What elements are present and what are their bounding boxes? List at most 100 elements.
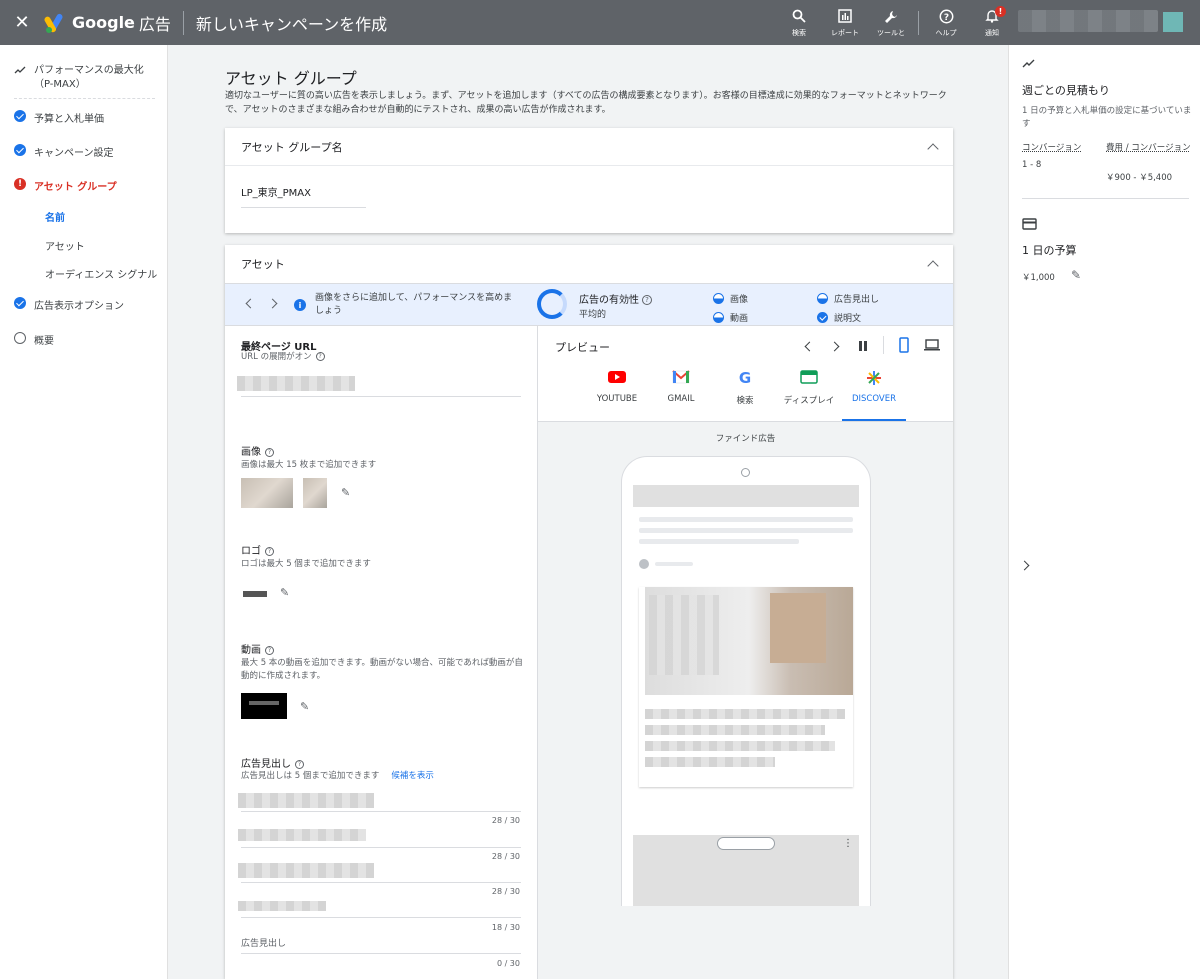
cost-per-conversion-label[interactable]: 費用 / コンバージョン bbox=[1106, 143, 1192, 154]
asset-group-name-input[interactable]: LP_東京_PMAX bbox=[241, 184, 366, 208]
close-icon[interactable]: ✕ bbox=[0, 0, 44, 45]
image-thumbnail[interactable] bbox=[241, 478, 293, 508]
nav-item-label: 概要 bbox=[34, 336, 54, 347]
strength-level: 平均的 bbox=[579, 310, 607, 320]
final-url-input[interactable] bbox=[237, 376, 355, 391]
help-icon[interactable]: ? bbox=[265, 546, 274, 556]
toolbar-actions: 検索 レポート ツールと設定 ? ヘルプ ! 通知 bbox=[776, 0, 1015, 45]
logo-label: ロゴ bbox=[241, 546, 261, 557]
tab-label: DISCOVER bbox=[851, 394, 896, 404]
nav-divider bbox=[14, 98, 155, 99]
nav-item-extensions[interactable]: 広告表示オプション bbox=[0, 297, 168, 312]
card-header[interactable]: アセット bbox=[225, 245, 953, 283]
wrench-icon bbox=[882, 8, 900, 26]
avatar[interactable] bbox=[1163, 12, 1183, 32]
search-button[interactable]: 検索 bbox=[776, 0, 822, 45]
tab-search[interactable]: G 検索 bbox=[713, 370, 777, 406]
tab-display[interactable]: ディスプレイ bbox=[777, 370, 841, 406]
headlines-label: 広告見出し bbox=[241, 759, 291, 770]
input-underline bbox=[241, 882, 521, 883]
nav-item-campaign-settings[interactable]: キャンペーン設定 bbox=[0, 144, 168, 159]
headline-input[interactable] bbox=[238, 793, 374, 808]
images-sub: 画像は最大 15 枚まで追加できます bbox=[241, 460, 377, 470]
top-bar: ✕ Google 広告 新しいキャンペーンを作成 検索 レポート ツールと ? … bbox=[0, 0, 1200, 45]
check-circle-icon bbox=[14, 297, 26, 309]
tab-discover[interactable]: DISCOVER bbox=[842, 370, 906, 404]
help-button[interactable]: ? ヘルプ bbox=[923, 0, 969, 45]
preview-title: プレビュー bbox=[555, 341, 610, 354]
images-label-row: 画像? bbox=[241, 443, 274, 458]
ad-cta-button[interactable] bbox=[717, 837, 775, 850]
headline-input[interactable] bbox=[238, 901, 326, 911]
notifications-button[interactable]: ! 通知 bbox=[969, 0, 1015, 45]
desktop-device-icon[interactable] bbox=[924, 339, 940, 354]
edit-icon[interactable]: ✎ bbox=[280, 586, 292, 599]
tab-label: YOUTUBE bbox=[596, 394, 638, 404]
headline-placeholder[interactable]: 広告見出し bbox=[241, 938, 286, 951]
nav-subitem-audience[interactable]: オーディエンス シグナル bbox=[45, 266, 157, 281]
strength-chip-descriptions: 説明文 bbox=[817, 311, 861, 324]
nav-item-budget[interactable]: 予算と入札単価 bbox=[0, 110, 168, 125]
headline-input[interactable] bbox=[238, 863, 374, 878]
placeholder-line bbox=[655, 562, 693, 566]
check-circle-icon bbox=[14, 144, 26, 156]
ad-image bbox=[645, 587, 853, 695]
reports-label: レポート bbox=[831, 29, 859, 37]
placeholder-line bbox=[639, 517, 853, 522]
image-thumbnail[interactable] bbox=[303, 478, 327, 508]
strength-ring-icon bbox=[537, 289, 567, 319]
brand-product: 広告 bbox=[138, 14, 171, 34]
help-icon[interactable]: ? bbox=[315, 352, 325, 361]
account-info[interactable] bbox=[1018, 10, 1158, 32]
advertiser-avatar bbox=[639, 559, 649, 569]
final-url-sub: URL の展開がオン? bbox=[241, 351, 325, 364]
help-icon[interactable]: ? bbox=[295, 759, 304, 769]
nav-item-pmax[interactable]: パフォーマンスの最大化（P-MAX） bbox=[0, 64, 168, 92]
help-icon[interactable]: ? bbox=[265, 645, 274, 655]
edit-icon[interactable]: ✎ bbox=[300, 700, 312, 713]
conversions-label[interactable]: コンバージョン bbox=[1022, 143, 1096, 154]
help-icon[interactable]: ? bbox=[642, 295, 652, 305]
mobile-device-icon[interactable] bbox=[899, 337, 909, 356]
chevron-left-icon[interactable] bbox=[245, 298, 256, 309]
strength-message: 画像をさらに追加して、パフォーマンスを高めましょう bbox=[315, 293, 513, 316]
pause-icon[interactable] bbox=[858, 340, 868, 354]
headline-counter: 28 / 30 bbox=[491, 887, 520, 896]
tab-youtube[interactable]: YOUTUBE bbox=[585, 370, 649, 404]
chevron-up-icon[interactable] bbox=[927, 260, 939, 272]
phone-mockup: ⋮ bbox=[621, 456, 871, 906]
chevron-right-icon[interactable] bbox=[1019, 560, 1030, 571]
nav-subitem-name[interactable]: 名前 bbox=[45, 209, 65, 224]
final-url-sub-text: URL の展開がオン bbox=[241, 352, 312, 362]
card-header[interactable]: アセット グループ名 bbox=[225, 128, 953, 166]
nav-subitem-assets[interactable]: アセット bbox=[45, 238, 85, 253]
nav-item-asset-group[interactable]: ! アセット グループ bbox=[0, 178, 168, 193]
ad-card[interactable] bbox=[639, 587, 853, 787]
trend-icon bbox=[14, 64, 26, 76]
edit-icon[interactable]: ✎ bbox=[341, 486, 353, 499]
chevron-right-icon[interactable] bbox=[829, 341, 840, 352]
chevron-up-icon[interactable] bbox=[927, 142, 939, 155]
logo-thumbnail[interactable] bbox=[243, 591, 267, 597]
credit-card-icon bbox=[1022, 218, 1037, 234]
strength-chip-images: 画像 bbox=[713, 292, 748, 305]
chevron-left-icon[interactable] bbox=[804, 341, 815, 352]
headline-counter: 28 / 30 bbox=[491, 852, 520, 861]
show-suggestions-link[interactable]: 候補を表示 bbox=[391, 771, 434, 781]
brand-google: Google bbox=[72, 13, 135, 32]
empty-circle-icon bbox=[14, 332, 26, 344]
tools-button[interactable]: ツールと設定 bbox=[868, 0, 914, 45]
headline-input[interactable] bbox=[238, 829, 366, 841]
reports-button[interactable]: レポート bbox=[822, 0, 868, 45]
help-icon[interactable]: ? bbox=[265, 447, 274, 457]
video-thumbnail[interactable] bbox=[241, 693, 287, 719]
headlines-sub-text: 広告見出しは 5 個まで追加できます bbox=[241, 771, 380, 781]
headlines-sub: 広告見出しは 5 個まで追加できます 候補を表示 bbox=[241, 770, 434, 783]
chevron-right-icon[interactable] bbox=[267, 298, 278, 309]
preview-format-label: ファインド広告 bbox=[715, 434, 776, 444]
tab-gmail[interactable]: GMAIL bbox=[649, 370, 713, 404]
nav-item-summary[interactable]: 概要 bbox=[0, 332, 168, 347]
edit-icon[interactable]: ✎ bbox=[1071, 268, 1081, 282]
more-vert-icon[interactable]: ⋮ bbox=[843, 838, 853, 849]
video-label: 動画 bbox=[241, 645, 261, 656]
